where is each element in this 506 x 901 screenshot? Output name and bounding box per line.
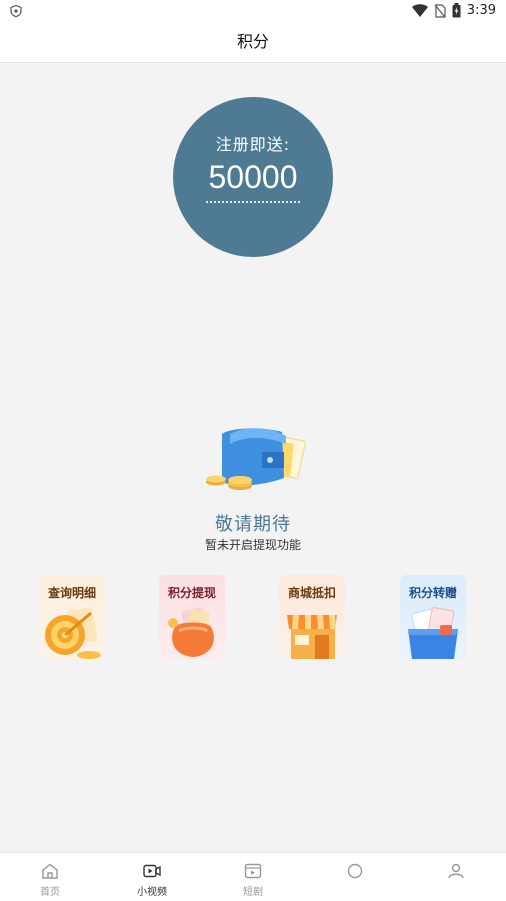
tab-icon bbox=[347, 863, 363, 879]
store-icon bbox=[287, 615, 337, 659]
feature-label: 积分转赠 bbox=[408, 586, 457, 600]
tab-short-video[interactable]: 小视频 bbox=[122, 853, 182, 901]
battery-icon bbox=[452, 3, 461, 18]
feature-label: 积分提现 bbox=[167, 586, 216, 600]
target-icon bbox=[45, 607, 101, 659]
bonus-underline bbox=[206, 201, 300, 203]
bottom-tab-bar: 首页 小视频 短剧 bbox=[0, 852, 506, 901]
bonus-value: 50000 bbox=[208, 159, 298, 195]
status-time: 3:39 bbox=[466, 3, 496, 18]
wifi-icon bbox=[411, 3, 428, 17]
tab-fourth[interactable] bbox=[325, 853, 385, 901]
tab-home[interactable]: 首页 bbox=[20, 853, 80, 901]
shield-icon bbox=[10, 5, 22, 17]
tab-label: 首页 bbox=[40, 887, 60, 898]
empty-state-subtitle: 暂未开启提现功能 bbox=[204, 538, 301, 552]
feature-label: 商城抵扣 bbox=[287, 586, 336, 600]
tab-short-drama[interactable]: 短剧 bbox=[223, 853, 283, 901]
points-withdraw-button[interactable]: 积分提现 bbox=[159, 575, 225, 659]
video-icon bbox=[143, 864, 161, 878]
bonus-label: 注册即送: bbox=[215, 135, 291, 154]
feature-label: 查询明细 bbox=[47, 586, 96, 600]
money-bag-icon bbox=[168, 607, 214, 657]
gift-box-icon bbox=[408, 607, 458, 659]
query-details-button[interactable]: 查询明细 bbox=[39, 575, 105, 659]
tab-label: 小视频 bbox=[137, 887, 167, 898]
page-title: 积分 bbox=[0, 22, 506, 63]
empty-state-title: 敬请期待 bbox=[215, 514, 291, 535]
tab-icon bbox=[448, 863, 464, 879]
wallet-icon bbox=[206, 428, 306, 490]
status-bar: 3:39 bbox=[0, 0, 506, 22]
no-sim-icon bbox=[434, 3, 446, 18]
film-icon bbox=[244, 863, 262, 879]
registration-bonus-badge: 注册即送: 50000 bbox=[173, 97, 333, 257]
tab-fifth[interactable] bbox=[426, 853, 486, 901]
mall-deduction-button[interactable]: 商城抵扣 bbox=[279, 575, 345, 659]
tab-label: 短剧 bbox=[243, 887, 263, 898]
points-transfer-button[interactable]: 积分转赠 bbox=[400, 575, 466, 659]
home-icon bbox=[42, 863, 58, 879]
